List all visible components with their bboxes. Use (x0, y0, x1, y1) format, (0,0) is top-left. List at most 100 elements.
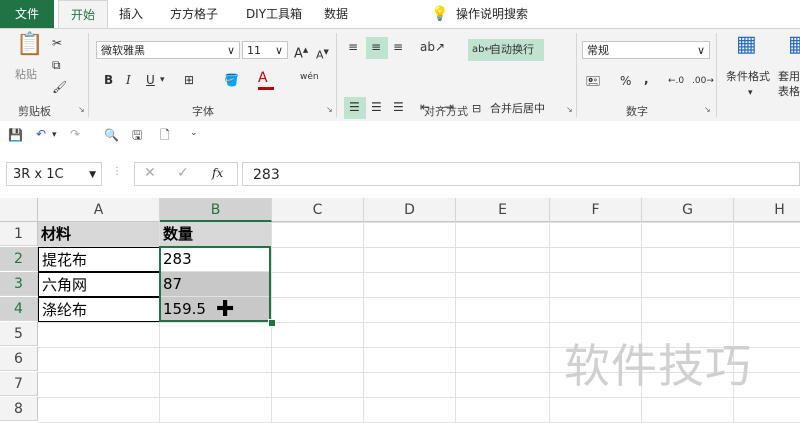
column-header-f[interactable]: F (550, 198, 642, 222)
tell-me-search[interactable]: 操作说明搜索 (456, 0, 546, 28)
paste-icon[interactable]: 📋 (16, 34, 43, 56)
font-name-box[interactable]: 微软雅黑 ∨ (96, 41, 240, 59)
orientation-icon[interactable]: ab↗ (420, 39, 445, 55)
row-header-4[interactable]: 4 (0, 297, 38, 321)
align-bottom-icon[interactable]: ≡ (393, 39, 403, 55)
name-box[interactable]: 3R x 1C ▼ (6, 162, 102, 186)
column-header-g[interactable]: G (642, 198, 734, 222)
font-name-value: 微软雅黑 (101, 44, 145, 57)
tab-fangfang[interactable]: 方方格子 (160, 0, 228, 28)
phonetic-icon[interactable]: wén (300, 69, 319, 85)
insert-function-icon[interactable]: fx (212, 166, 223, 180)
tab-data[interactable]: 数据 (316, 0, 356, 28)
watermark: 软件技巧 (564, 339, 752, 393)
save-as-icon[interactable]: 🖫 (132, 127, 142, 143)
select-all-corner[interactable] (0, 198, 38, 222)
font-launcher-icon[interactable]: ↘ (326, 105, 333, 114)
ribbon-separator (716, 33, 717, 117)
ribbon-separator (576, 33, 577, 117)
border-icon[interactable]: ⊞ (184, 72, 194, 88)
cell-b1[interactable]: 数量 (160, 222, 272, 247)
cell-a2[interactable]: 提花布 (38, 247, 160, 272)
font-size-box[interactable]: 11 ∨ (242, 41, 288, 59)
row-header-7[interactable]: 7 (0, 372, 38, 396)
new-file-icon[interactable]: 🗋 (160, 127, 170, 143)
currency-icon[interactable]: 🖭 (586, 73, 600, 89)
row-header-5[interactable]: 5 (0, 322, 38, 346)
column-header-c[interactable]: C (272, 198, 364, 222)
grid-line (455, 222, 456, 423)
redo-icon[interactable]: ↷ (70, 126, 80, 142)
merge-center-label[interactable]: 合并后居中 (490, 101, 545, 117)
row-header-3[interactable]: 3 (0, 272, 38, 296)
bold-button[interactable]: B (104, 72, 113, 88)
undo-icon[interactable]: ↶ (36, 126, 46, 142)
number-launcher-icon[interactable]: ↘ (704, 105, 711, 114)
comma-button[interactable]: , (644, 71, 649, 87)
row-header-6[interactable]: 6 (0, 347, 38, 371)
grid-line (549, 222, 550, 423)
chevron-down-icon[interactable]: ▾ (160, 72, 165, 88)
paste-button-label[interactable]: 粘贴 (15, 67, 37, 83)
table-format-label[interactable]: 套用表格 (778, 69, 800, 99)
cut-icon[interactable]: ✂ (52, 35, 62, 51)
conditional-format-label[interactable]: 条件格式 (726, 69, 770, 85)
chevron-down-icon[interactable]: ▾ (52, 127, 57, 143)
merge-center-icon[interactable]: ⊟ (472, 101, 481, 117)
align-center-icon[interactable]: ☰ (371, 99, 382, 115)
cell-a4[interactable]: 涤纶布 (38, 297, 160, 322)
underline-button[interactable]: U (146, 72, 155, 88)
conditional-format-icon[interactable]: ▦ (736, 34, 757, 56)
column-header-b[interactable]: B (160, 198, 272, 222)
tab-home[interactable]: 开始 (58, 0, 108, 29)
clipboard-launcher-icon[interactable]: ↘ (78, 105, 85, 114)
tab-file[interactable]: 文件 (0, 0, 54, 28)
formula-input[interactable]: 283 (242, 162, 800, 186)
tab-diy-toolbox[interactable]: DIY工具箱 (236, 0, 312, 28)
increase-decimal-icon[interactable]: ←.0 (668, 73, 684, 89)
font-size-value: 11 (247, 44, 261, 57)
column-header-a[interactable]: A (38, 198, 160, 222)
cell-a3[interactable]: 六角网 (38, 272, 160, 297)
chevron-down-icon[interactable]: ▾ (748, 85, 753, 101)
row-header-2[interactable]: 2 (0, 247, 38, 271)
fill-color-icon[interactable]: 🪣 (224, 72, 239, 88)
row-header-8[interactable]: 8 (0, 397, 38, 421)
increase-font-icon[interactable]: A▲ (294, 42, 308, 62)
name-box-value: 3R x 1C (13, 167, 64, 182)
fill-handle[interactable] (268, 319, 276, 327)
chevron-down-icon: ∨ (696, 44, 705, 57)
alignment-launcher-icon[interactable]: ↘ (566, 105, 573, 114)
table-format-icon[interactable]: ▦ (788, 34, 800, 56)
copy-icon[interactable]: ⧉ (52, 57, 61, 73)
decrease-decimal-icon[interactable]: .00→ (692, 73, 714, 89)
save-icon[interactable]: 💾 (8, 127, 23, 143)
print-preview-icon[interactable]: 🔍 (104, 127, 119, 143)
cancel-icon[interactable]: ✕ (144, 165, 156, 181)
align-left-icon: ☰ (349, 100, 360, 114)
decrease-font-icon[interactable]: A▼ (316, 44, 329, 64)
selection-range (159, 246, 271, 322)
number-group-label: 数字 (626, 105, 648, 118)
column-header-e[interactable]: E (456, 198, 550, 222)
ribbon: 📋 粘贴 ✂ ⧉ 🖌 剪贴板 ↘ 微软雅黑 ∨ 11 ∨ A▲ A▼ B I U ▾… (0, 28, 800, 122)
font-color-icon[interactable]: A (258, 70, 268, 86)
align-right-icon[interactable]: ☰ (393, 99, 404, 115)
percent-button[interactable]: % (620, 73, 631, 89)
cell-a1[interactable]: 材料 (38, 222, 160, 247)
customize-qat-icon[interactable]: ⌄ (190, 125, 198, 141)
ribbon-separator (88, 33, 89, 117)
alignment-group-label: 对齐方式 (424, 105, 468, 118)
align-top-icon[interactable]: ≡ (348, 39, 358, 55)
tab-insert[interactable]: 插入 (110, 0, 152, 28)
number-format-box[interactable]: 常规 ∨ (582, 41, 710, 59)
italic-button[interactable]: I (126, 72, 131, 88)
column-header-d[interactable]: D (364, 198, 456, 222)
row-header-1[interactable]: 1 (0, 222, 38, 246)
clipboard-group-label: 剪贴板 (18, 105, 51, 118)
confirm-icon[interactable]: ✓ (177, 165, 189, 181)
cell-cursor-icon: ✚ (216, 297, 235, 322)
number-format-value: 常规 (587, 44, 609, 57)
format-painter-icon[interactable]: 🖌 (52, 79, 67, 95)
column-header-h[interactable]: H (734, 198, 800, 222)
